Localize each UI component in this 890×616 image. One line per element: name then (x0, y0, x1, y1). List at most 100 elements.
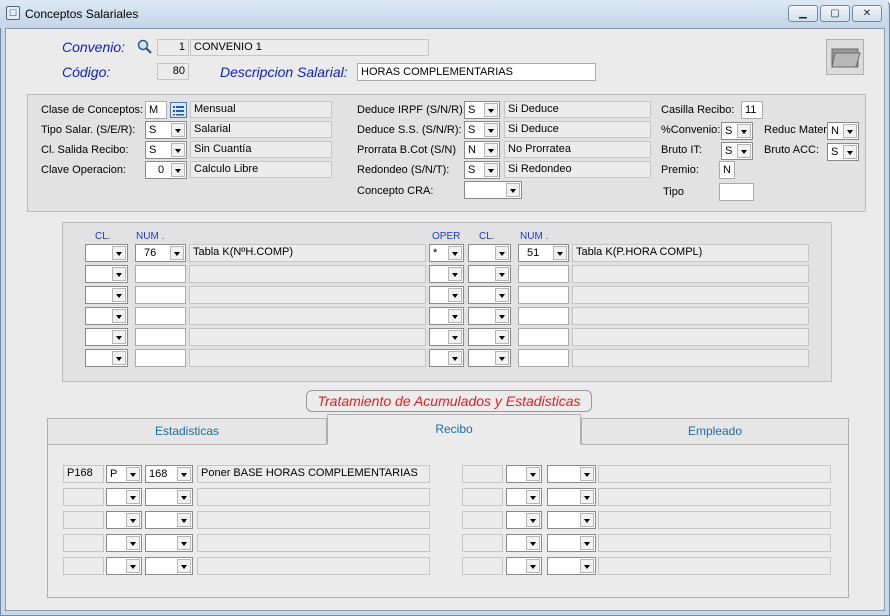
redondeo-select[interactable]: S (464, 161, 500, 179)
chevron-down-icon[interactable] (170, 246, 184, 260)
formula-cl1-select[interactable] (85, 349, 128, 367)
reduc-select[interactable]: N (827, 122, 859, 140)
recibo-num-select[interactable] (145, 488, 193, 506)
recibo-num-select-right[interactable] (547, 465, 596, 483)
chevron-down-icon[interactable] (495, 267, 509, 281)
chevron-down-icon[interactable] (580, 467, 594, 481)
casilla-input[interactable]: 11 (741, 101, 763, 119)
ss-select[interactable]: S (464, 121, 500, 139)
formula-num2-input[interactable] (518, 349, 569, 367)
chevron-down-icon[interactable] (112, 288, 126, 302)
recibo-num-select-right[interactable] (547, 534, 596, 552)
formula-num1-input[interactable] (135, 328, 186, 346)
formula-cl1-select[interactable] (85, 265, 128, 283)
chevron-down-icon[interactable] (177, 559, 191, 573)
chevron-down-icon[interactable] (126, 536, 140, 550)
formula-num1-input[interactable] (135, 307, 186, 325)
recibo-num-select[interactable] (145, 557, 193, 575)
chevron-down-icon[interactable] (843, 145, 857, 159)
chevron-down-icon[interactable] (448, 246, 462, 260)
chevron-down-icon[interactable] (495, 330, 509, 344)
chevron-down-icon[interactable] (737, 144, 751, 158)
clave-select[interactable]: 0 (145, 161, 187, 179)
recibo-num-select-right[interactable] (547, 488, 596, 506)
chevron-down-icon[interactable] (495, 351, 509, 365)
chevron-down-icon[interactable] (126, 467, 140, 481)
chevron-down-icon[interactable] (126, 513, 140, 527)
formula-num1-select[interactable]: 76 (135, 244, 186, 262)
irpf-select[interactable]: S (464, 101, 500, 119)
maximize-button[interactable]: ▢ (820, 5, 850, 22)
recibo-type-select[interactable] (106, 511, 142, 529)
chevron-down-icon[interactable] (526, 536, 540, 550)
formula-num1-input[interactable] (135, 349, 186, 367)
recibo-num-select-right[interactable] (547, 511, 596, 529)
chevron-down-icon[interactable] (126, 490, 140, 504)
recibo-num-select[interactable]: 168 (145, 465, 193, 483)
chevron-down-icon[interactable] (484, 103, 498, 117)
descripcion-input[interactable]: HORAS COMPLEMENTARIAS (357, 63, 596, 81)
formula-cl1-select[interactable] (85, 244, 128, 262)
formula-num2-input[interactable] (518, 286, 569, 304)
chevron-down-icon[interactable] (448, 309, 462, 323)
chevron-down-icon[interactable] (580, 513, 594, 527)
formula-cl1-select[interactable] (85, 286, 128, 304)
tab-empleado[interactable]: Empleado (581, 418, 849, 445)
chevron-down-icon[interactable] (112, 309, 126, 323)
chevron-down-icon[interactable] (177, 467, 191, 481)
formula-num2-input[interactable] (518, 328, 569, 346)
chevron-down-icon[interactable] (580, 536, 594, 550)
chevron-down-icon[interactable] (448, 351, 462, 365)
search-icon[interactable] (137, 39, 153, 55)
formula-num1-input[interactable] (135, 265, 186, 283)
chevron-down-icon[interactable] (484, 163, 498, 177)
minimize-button[interactable]: ▁ (788, 5, 818, 22)
formula-oper-select[interactable] (429, 328, 464, 346)
recibo-num-select[interactable] (145, 511, 193, 529)
chevron-down-icon[interactable] (526, 490, 540, 504)
premio-input[interactable]: N (719, 161, 735, 179)
formula-oper-select[interactable] (429, 286, 464, 304)
formula-cl1-select[interactable] (85, 307, 128, 325)
chevron-down-icon[interactable] (171, 123, 185, 137)
formula-num2-input[interactable] (518, 307, 569, 325)
clase-input[interactable]: M (145, 101, 167, 119)
chevron-down-icon[interactable] (484, 143, 498, 157)
chevron-down-icon[interactable] (448, 267, 462, 281)
recibo-type-select-right[interactable] (506, 534, 542, 552)
folder-icon[interactable] (826, 39, 864, 75)
chevron-down-icon[interactable] (526, 559, 540, 573)
formula-num1-input[interactable] (135, 286, 186, 304)
chevron-down-icon[interactable] (526, 467, 540, 481)
formula-oper-select[interactable] (429, 349, 464, 367)
chevron-down-icon[interactable] (112, 330, 126, 344)
chevron-down-icon[interactable] (126, 559, 140, 573)
formula-cl2-select[interactable] (468, 349, 511, 367)
chevron-down-icon[interactable] (580, 559, 594, 573)
chevron-down-icon[interactable] (484, 123, 498, 137)
formula-cl2-select[interactable] (468, 307, 511, 325)
chevron-down-icon[interactable] (112, 246, 126, 260)
formula-num2-select[interactable]: 51 (518, 244, 569, 262)
chevron-down-icon[interactable] (448, 288, 462, 302)
chevron-down-icon[interactable] (737, 124, 751, 138)
formula-oper-select[interactable]: * (429, 244, 464, 262)
salida-select[interactable]: S (145, 141, 187, 159)
chevron-down-icon[interactable] (495, 246, 509, 260)
chevron-down-icon[interactable] (177, 490, 191, 504)
tab-recibo[interactable]: Recibo (327, 414, 581, 444)
bruto-acc-select[interactable]: S (827, 143, 859, 161)
chevron-down-icon[interactable] (448, 330, 462, 344)
recibo-num-select-right[interactable] (547, 557, 596, 575)
recibo-type-select-right[interactable] (506, 557, 542, 575)
recibo-type-select[interactable] (106, 557, 142, 575)
chevron-down-icon[interactable] (506, 183, 520, 197)
recibo-type-select[interactable] (106, 534, 142, 552)
recibo-type-select-right[interactable] (506, 488, 542, 506)
tab-estadisticas[interactable]: Estadisticas (47, 418, 327, 445)
bruto-it-select[interactable]: S (721, 142, 753, 160)
cra-select[interactable] (464, 181, 522, 199)
close-button[interactable]: ✕ (852, 5, 882, 22)
recibo-num-select[interactable] (145, 534, 193, 552)
chevron-down-icon[interactable] (553, 246, 567, 260)
